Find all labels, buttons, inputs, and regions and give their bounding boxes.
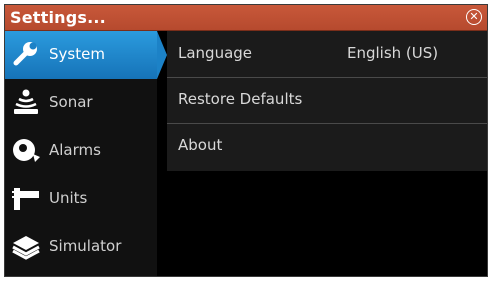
title-bar: Settings... ✕ <box>5 5 487 31</box>
settings-sidebar: System Sonar Alarms Units Simulator <box>5 31 167 276</box>
sidebar-item-label: Simulator <box>49 237 122 255</box>
about-row[interactable]: About <box>167 123 487 169</box>
simulator-icon <box>12 236 40 260</box>
sidebar-item-simulator[interactable]: Simulator <box>5 223 157 271</box>
sidebar-item-alarms[interactable]: Alarms <box>5 127 157 175</box>
language-row[interactable]: Language English (US) <box>167 31 487 78</box>
sidebar-item-label: Units <box>49 189 88 207</box>
sidebar-item-units[interactable]: Units <box>5 175 157 223</box>
units-icon <box>12 188 39 210</box>
language-label: Language <box>178 44 253 62</box>
sidebar-item-label: Sonar <box>49 93 93 111</box>
system-settings-panel: Language English (US) Restore Defaults A… <box>167 31 487 171</box>
wrench-icon <box>13 42 37 66</box>
sidebar-item-system[interactable]: System <box>5 31 167 79</box>
alarm-icon <box>13 139 40 162</box>
sidebar-item-sonar[interactable]: Sonar <box>5 79 157 127</box>
restore-defaults-label: Restore Defaults <box>178 90 303 108</box>
close-icon[interactable]: ✕ <box>466 9 482 25</box>
sidebar-item-label: System <box>49 45 105 63</box>
settings-window: Settings... ✕ System Sonar Alarms Units … <box>4 4 488 277</box>
sonar-icon <box>14 89 38 114</box>
window-title: Settings... <box>10 8 106 27</box>
sidebar-item-label: Alarms <box>49 141 101 159</box>
about-label: About <box>178 136 223 154</box>
restore-defaults-row[interactable]: Restore Defaults <box>167 77 487 124</box>
language-value: English (US) <box>347 44 439 62</box>
